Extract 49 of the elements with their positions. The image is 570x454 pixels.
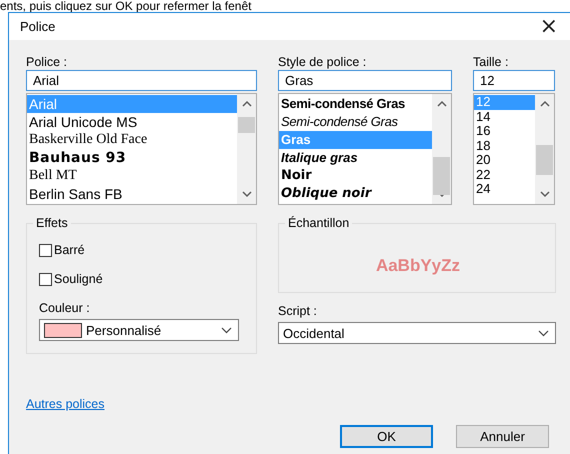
checkbox[interactable]	[39, 272, 52, 286]
sample-title: Échantillon	[285, 216, 352, 230]
script-value: Occidental	[283, 326, 346, 340]
color-label: Couleur :	[39, 300, 91, 316]
checkbox-label: Souligné	[54, 272, 103, 286]
color-value: Personnalisé	[86, 322, 162, 338]
list-item[interactable]: 14	[474, 110, 535, 124]
list-item[interactable]: Noir	[279, 167, 432, 185]
list-item[interactable]: Arial Unicode MS	[27, 113, 237, 131]
color-dropdown[interactable]: Personnalisé	[39, 319, 239, 341]
sample-text: AaBbYyZz	[376, 256, 460, 276]
more-fonts-link[interactable]: Autres polices	[26, 397, 105, 411]
scroll-thumb[interactable]	[433, 157, 450, 195]
scroll-up-icon[interactable]	[540, 100, 550, 107]
script-dropdown[interactable]: Occidental	[278, 322, 556, 344]
caret-icon	[538, 330, 549, 336]
effects-title: Effets	[33, 216, 71, 230]
list-item[interactable]: Semi-condensé Gras	[279, 95, 432, 113]
list-item[interactable]: Bauhaus 93	[27, 149, 237, 167]
script-label: Script :	[278, 303, 318, 319]
ok-button[interactable]: OK	[340, 425, 433, 448]
checkbox-label: Barré	[54, 243, 85, 257]
scroll-up-icon[interactable]	[436, 100, 446, 107]
list-item[interactable]: 24	[474, 182, 535, 196]
close-button[interactable]: ×	[538, 16, 560, 36]
checkbox[interactable]	[39, 244, 52, 256]
background-text: ents, puis cliquez sur OK pour refermer la fenêt	[0, 0, 252, 12]
list-item[interactable]: 22	[474, 168, 535, 182]
scroll-thumb[interactable]	[238, 117, 255, 133]
size-field[interactable]: 12	[473, 70, 555, 91]
list-item[interactable]: 16	[474, 124, 535, 138]
cancel-button[interactable]: Annuler	[456, 425, 549, 448]
list-item[interactable]: 20	[474, 153, 535, 168]
scroll-thumb[interactable]	[536, 145, 553, 175]
caret-icon	[221, 326, 232, 334]
list-item[interactable]: Berlin Sans FB	[27, 185, 237, 203]
list-item[interactable]: Oblique noir	[279, 185, 432, 203]
list-item[interactable]: Italique gras	[279, 149, 432, 167]
window-title: Police	[20, 19, 56, 34]
list-item[interactable]: Bell MT	[27, 167, 237, 185]
font-label: Police :	[26, 54, 68, 70]
list-item[interactable]: Baskerville Old Face	[27, 131, 237, 149]
scroll-up-icon[interactable]	[242, 100, 252, 107]
font-field[interactable]: Arial	[26, 70, 257, 91]
list-item[interactable]: Semi-condensé Gras	[279, 113, 432, 131]
font-style-field[interactable]: Gras	[278, 70, 452, 91]
size-label: Taille :	[473, 54, 510, 70]
font-style-label: Style de police :	[278, 54, 368, 70]
list-item[interactable]: 18	[474, 138, 535, 153]
